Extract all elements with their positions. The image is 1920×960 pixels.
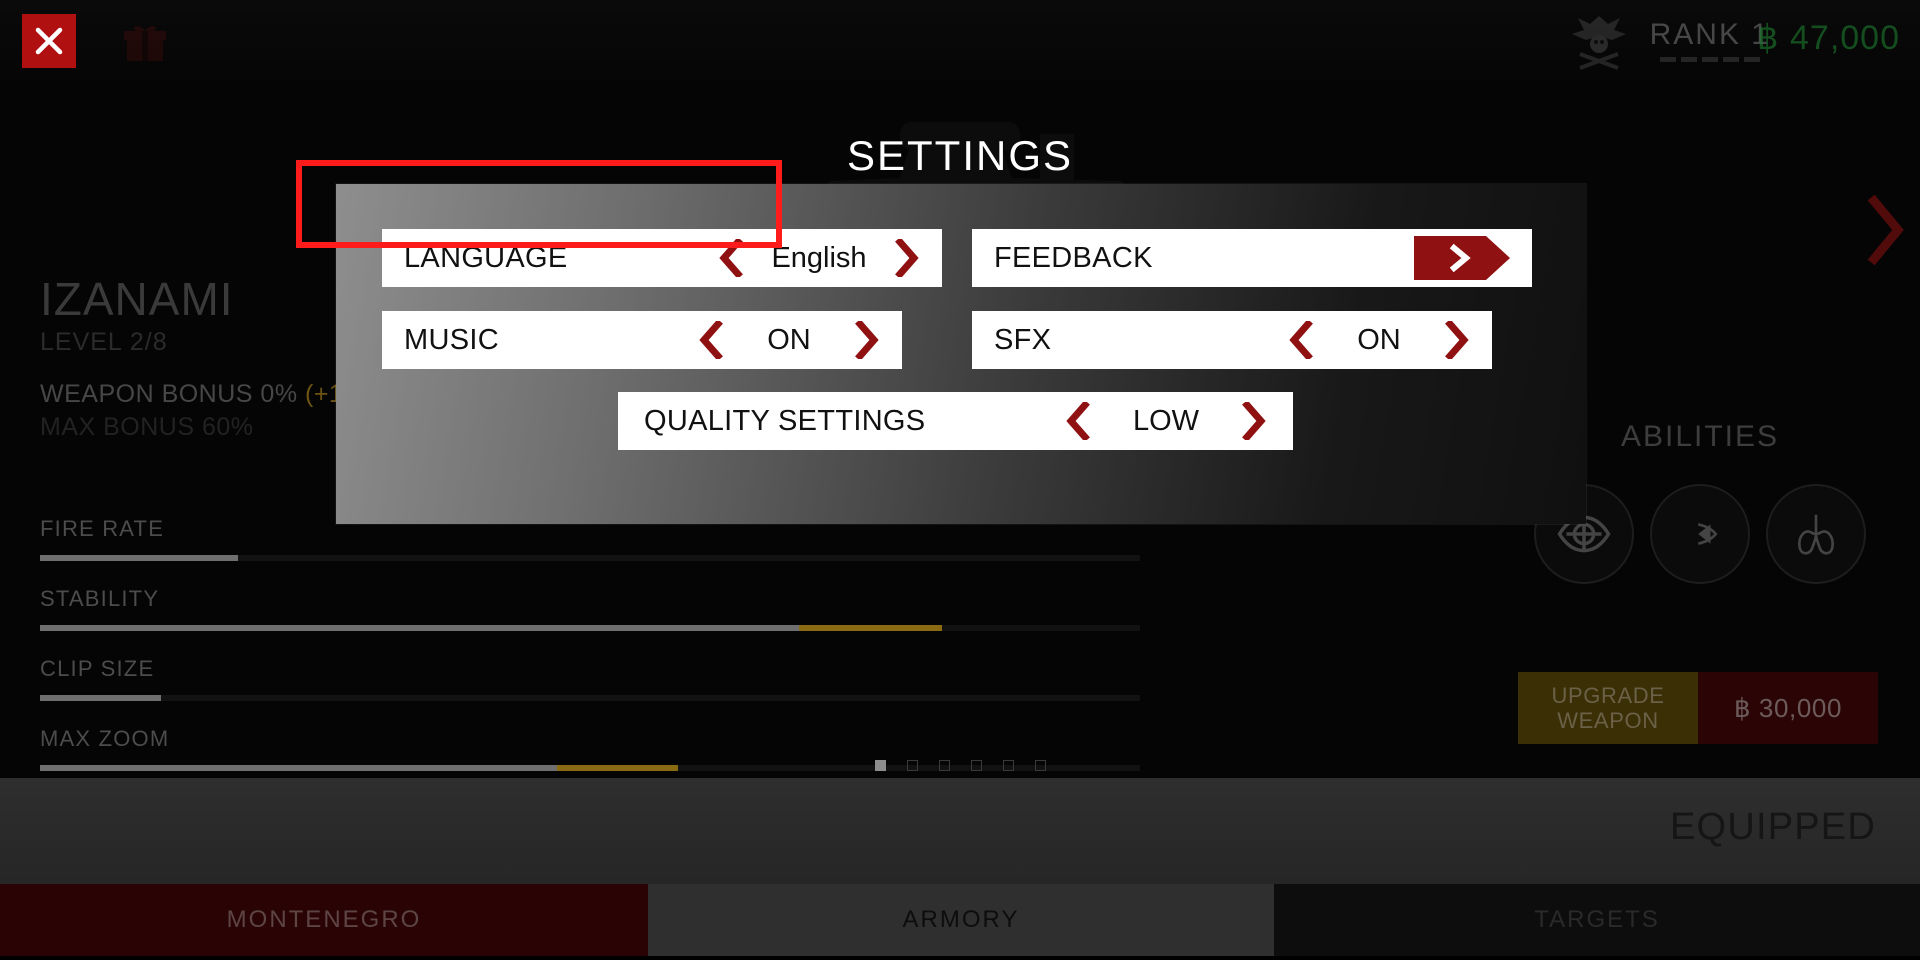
currency-amount: ฿ 47,000: [1756, 19, 1900, 57]
equipped-bar: EQUIPPED: [0, 778, 1920, 884]
stat-fill: [40, 625, 799, 631]
quality-next-button[interactable]: [1241, 402, 1267, 440]
prev-chevron-icon: [699, 321, 723, 359]
rank-display: RANK 1: [1562, 8, 1770, 74]
weapon-stats: FIRE RATE STABILITY CLIP SIZE MAX ZOOM: [40, 516, 1190, 796]
tab-targets[interactable]: TARGETS: [1274, 884, 1920, 956]
stat-track: [40, 555, 1140, 561]
ability-lungs[interactable]: [1766, 484, 1866, 584]
lungs-icon: [1798, 514, 1834, 555]
rank-label: RANK 1: [1649, 18, 1770, 51]
stat-label: CLIP SIZE: [40, 656, 155, 681]
sfx-prev-button[interactable]: [1288, 321, 1314, 359]
sfx-value: ON: [1357, 323, 1401, 356]
quality-label: QUALITY SETTINGS: [644, 404, 926, 437]
chevron-right-icon: [1867, 194, 1904, 266]
upgrade-weapon-price: ฿ 30,000: [1698, 672, 1878, 744]
next-page-chevron[interactable]: [1866, 194, 1906, 270]
language-value: English: [771, 241, 867, 274]
pagination-dot[interactable]: [938, 760, 950, 771]
weapon-info: IZANAMI LEVEL 2/8 WEAPON BONUS 0% (+1 MA…: [40, 276, 343, 442]
pagination-dot[interactable]: [906, 760, 918, 771]
language-prev-button[interactable]: [718, 239, 744, 277]
rank-pip: [1701, 57, 1718, 62]
bullet-icon: [1679, 523, 1718, 545]
stat-track: [40, 625, 1140, 631]
close-button[interactable]: [22, 14, 76, 68]
sfx-label: SFX: [994, 323, 1052, 356]
bottom-tabs[interactable]: MONTENEGRO ARMORY TARGETS: [0, 884, 1920, 960]
quality-value: LOW: [1132, 404, 1200, 437]
settings-panel: LANGUAGE English FEEDBACK MUSIC ON SFX O…: [336, 184, 1586, 524]
setting-row-language: LANGUAGE English: [382, 229, 942, 287]
stat-label: MAX ZOOM: [40, 726, 170, 751]
stat-bonus-fill: [799, 625, 942, 631]
stat-label: STABILITY: [40, 586, 160, 611]
rank-pip: [1680, 57, 1697, 62]
music-prev-button[interactable]: [698, 321, 724, 359]
pagination-dots[interactable]: [0, 760, 1920, 771]
feedback-label: FEEDBACK: [994, 241, 1153, 274]
stat-track: [40, 695, 1140, 701]
stat-fill: [40, 555, 238, 561]
setting-row-feedback: FEEDBACK: [972, 229, 1532, 287]
music-value: ON: [767, 323, 811, 356]
language-next-button[interactable]: [894, 239, 920, 277]
prev-chevron-icon: [1066, 402, 1090, 440]
music-next-button[interactable]: [854, 321, 880, 359]
rank-emblem-icon: [1571, 16, 1626, 70]
pagination-dot[interactable]: [970, 760, 982, 771]
gift-button[interactable]: [118, 14, 172, 70]
equipped-label: EQUIPPED: [1670, 806, 1876, 848]
rank-pip: [1659, 57, 1676, 62]
ability-bullet[interactable]: [1650, 484, 1750, 584]
settings-title: SETTINGS: [846, 132, 1074, 179]
rank-pip: [1722, 57, 1739, 62]
top-bar: RANK 1 ฿ 47,000: [0, 0, 1920, 88]
stat-stability: STABILITY: [40, 586, 1190, 631]
weapon-name: IZANAMI: [40, 273, 234, 325]
setting-row-quality: QUALITY SETTINGS LOW: [618, 392, 1293, 450]
weapon-level: LEVEL 2/8: [40, 328, 168, 356]
setting-row-music: MUSIC ON: [382, 311, 902, 369]
game-screen: IZANAMI LEVEL 2/8 WEAPON BONUS 0% (+1 MA…: [0, 0, 1920, 960]
pagination-dot[interactable]: [1002, 760, 1014, 771]
stat-clip-size: CLIP SIZE: [40, 656, 1190, 701]
feedback-button[interactable]: [1414, 236, 1510, 280]
weapon-bonus-text: WEAPON BONUS 0%: [40, 380, 305, 408]
feedback-arrow-icon: [1414, 236, 1510, 280]
quality-prev-button[interactable]: [1065, 402, 1091, 440]
close-icon: [35, 27, 63, 55]
stat-fill: [40, 695, 161, 701]
upgrade-weapon-button[interactable]: UPGRADE WEAPON ฿ 30,000: [1518, 672, 1878, 744]
weapon-max-bonus: MAX BONUS 60%: [40, 413, 254, 441]
tab-montenegro[interactable]: MONTENEGRO: [0, 884, 648, 956]
next-chevron-icon: [1445, 321, 1469, 359]
prev-chevron-icon: [1289, 321, 1313, 359]
rank-pips: [1659, 57, 1760, 62]
upgrade-line-2: WEAPON: [1557, 708, 1659, 733]
pagination-dot[interactable]: [1034, 760, 1046, 771]
next-chevron-icon: [1242, 402, 1266, 440]
music-label: MUSIC: [404, 323, 499, 356]
setting-row-sfx: SFX ON: [972, 311, 1492, 369]
upgrade-weapon-label: UPGRADE WEAPON: [1518, 672, 1698, 744]
weapon-bonus: WEAPON BONUS 0% (+1: [40, 380, 343, 409]
sfx-next-button[interactable]: [1444, 321, 1470, 359]
next-chevron-icon: [895, 239, 919, 277]
prev-chevron-icon: [719, 239, 743, 277]
language-label: LANGUAGE: [404, 241, 568, 274]
upgrade-line-1: UPGRADE: [1551, 682, 1665, 708]
pagination-dot[interactable]: [874, 760, 886, 771]
gift-icon: [124, 26, 166, 61]
next-chevron-icon: [855, 321, 879, 359]
tab-armory[interactable]: ARMORY: [648, 884, 1274, 956]
